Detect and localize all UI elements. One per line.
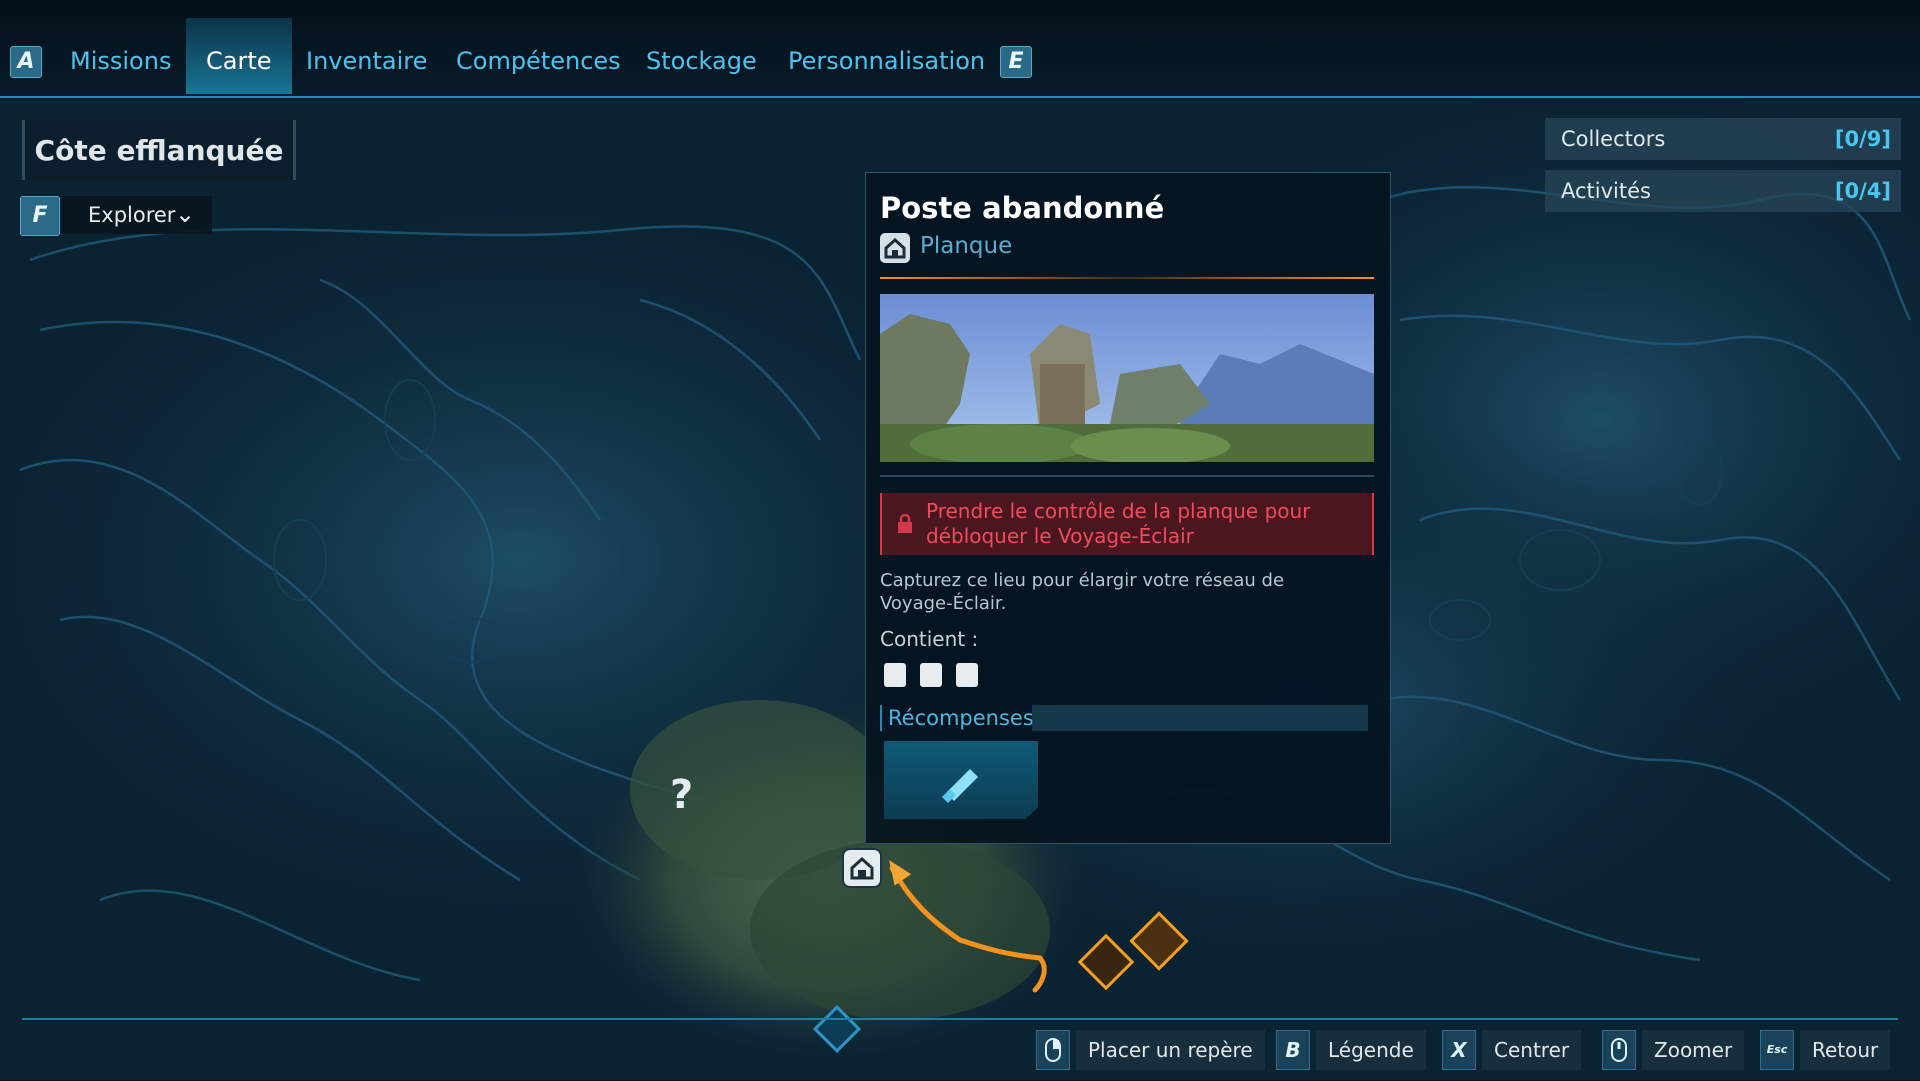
hint-label: Zoomer [1642, 1030, 1745, 1070]
separator [880, 475, 1374, 477]
location-preview-image [880, 294, 1374, 462]
lock-icon [898, 513, 912, 533]
tab-carte[interactable]: Carte [186, 18, 292, 94]
tab-missions[interactable]: Missions [50, 18, 191, 94]
filter-key: F [20, 196, 60, 236]
reward-item[interactable] [884, 741, 1038, 819]
loot-chest-icon[interactable] [884, 663, 906, 687]
svg-text:?: ? [670, 772, 693, 818]
counter-value: [0/9] [1834, 127, 1891, 151]
key-x-icon: X [1442, 1030, 1476, 1070]
hideout-icon [880, 233, 910, 263]
tab-competences[interactable]: Compétences [436, 18, 641, 94]
hint-label: Retour [1800, 1030, 1891, 1070]
rewards-label: Récompenses [888, 706, 1034, 730]
mouse-right-icon [1036, 1030, 1070, 1070]
tab-next-key[interactable]: E [1000, 46, 1032, 78]
lock-warning: Prendre le contrôle de la planque pour d… [880, 493, 1374, 555]
location-description: Capturez ce lieu pour élargir votre rése… [880, 570, 1285, 614]
counter-activites[interactable]: Activités [0/4] [1545, 170, 1901, 212]
hint-label: Légende [1316, 1030, 1426, 1070]
hideout-icon [850, 856, 874, 880]
counter-collectors[interactable]: Collectors [0/9] [1545, 118, 1901, 160]
counter-label: Collectors [1561, 127, 1666, 151]
contains-label: Contient : [880, 627, 979, 651]
counter-value: [0/4] [1834, 179, 1891, 203]
hint-label: Centrer [1482, 1030, 1582, 1070]
location-info-panel: Poste abandonné Planque Prendre le contr… [865, 172, 1391, 844]
bottom-divider [22, 1018, 1898, 1020]
lock-message: Prendre le contrôle de la planque pour d… [926, 499, 1311, 548]
chevron-down-icon: ⌄ [175, 200, 196, 228]
tab-stockage[interactable]: Stockage [626, 18, 777, 94]
tab-personnalisation[interactable]: Personnalisation [768, 18, 1005, 94]
counter-label: Activités [1561, 179, 1651, 203]
region-title: Côte efflanquée [34, 134, 284, 167]
key-b-icon: B [1276, 1030, 1310, 1070]
hint-label: Placer un repère [1076, 1030, 1265, 1070]
key-esc-icon: Esc [1760, 1030, 1794, 1070]
collectible-icon[interactable] [956, 663, 978, 687]
location-type: Planque [920, 233, 1013, 259]
rewards-header-bar [1032, 705, 1368, 731]
separator [880, 277, 1374, 279]
location-title: Poste abandonné [880, 191, 1165, 225]
top-tab-bar: A Missions Carte Inventaire Compétences … [0, 0, 1920, 98]
mouse-wheel-icon [1602, 1030, 1636, 1070]
rewards-header: Récompenses [880, 705, 1374, 731]
hideout-marker[interactable] [842, 848, 882, 888]
crystal-shard-icon [942, 769, 978, 803]
tab-prev-key[interactable]: A [10, 46, 42, 78]
crafting-box-icon[interactable] [920, 663, 942, 687]
region-title-box: Côte efflanquée [22, 120, 296, 180]
tab-inventaire[interactable]: Inventaire [286, 18, 447, 94]
